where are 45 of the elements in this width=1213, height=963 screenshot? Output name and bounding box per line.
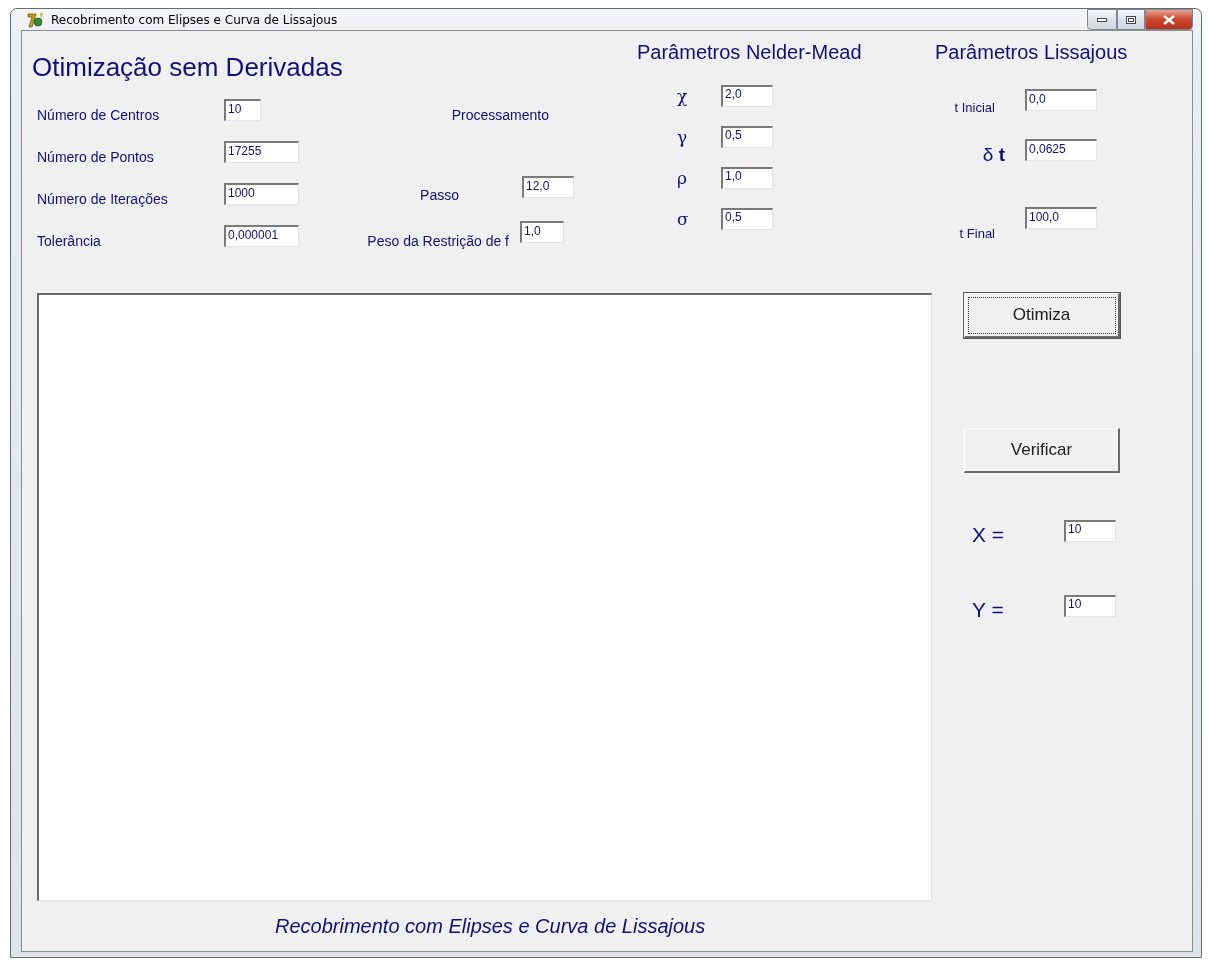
field-label: Peso da Restrição de f [367, 232, 510, 249]
close-button[interactable] [1145, 9, 1193, 30]
number-field[interactable]: 17255 [224, 141, 299, 163]
parameter-symbol: χ [676, 85, 689, 106]
action-button[interactable]: Otimiza [964, 293, 1120, 338]
window-title: Recobrimento com Elipses e Curva de Lissajous [51, 12, 338, 27]
number-field[interactable]: 1,0 [520, 221, 564, 243]
section-label: Processamento [451, 106, 550, 123]
parameter-symbol: γ [676, 126, 689, 147]
close-icon [1163, 14, 1175, 25]
parameter-label: t Inicial [953, 98, 996, 115]
number-field[interactable]: 10 [1064, 519, 1116, 542]
number-field[interactable]: 0,5 [721, 207, 773, 230]
coordinate-label: Y = [971, 596, 1005, 622]
parameter-label: t Final [958, 225, 996, 241]
number-field[interactable]: 1000 [224, 183, 299, 205]
section-heading: Parâmetros Lissajous [935, 40, 1128, 65]
number-field[interactable]: 10 [224, 99, 261, 121]
app-heading: Otimização sem Derivadas [32, 52, 344, 84]
minimize-icon [1097, 17, 1107, 22]
number-field[interactable]: 0,0 [1025, 89, 1097, 111]
app-icon [27, 10, 45, 29]
parameter-label: δ t [981, 143, 1006, 166]
maximize-button[interactable] [1117, 9, 1145, 30]
number-field[interactable]: 1,0 [721, 166, 773, 189]
number-field[interactable]: 2,0 [721, 84, 773, 107]
field-label: Tolerância [37, 232, 101, 249]
field-label: Passo [420, 186, 460, 203]
number-field[interactable]: 0,000001 [224, 225, 299, 247]
parameter-symbol: ρ [676, 167, 688, 188]
field-label: Número de Iterações [37, 190, 168, 207]
number-field[interactable]: 100,0 [1025, 207, 1097, 229]
section-heading: Parâmetros Nelder-Mead [637, 40, 863, 65]
number-field[interactable]: 12,0 [522, 176, 574, 198]
restore-icon [1126, 15, 1136, 24]
coordinate-label: X = [971, 521, 1006, 547]
minimize-button[interactable] [1087, 9, 1117, 30]
field-label: Número de Pontos [37, 148, 154, 165]
footer-caption: Recobrimento com Elipses e Curva de Lissajous [275, 914, 706, 938]
action-button[interactable]: Verificar [964, 428, 1120, 473]
number-field[interactable]: 10 [1064, 594, 1116, 617]
field-label: Número de Centros [37, 106, 160, 123]
number-field[interactable]: 0,5 [721, 125, 773, 148]
parameter-symbol: σ [676, 208, 690, 229]
number-field[interactable]: 0,0625 [1025, 139, 1097, 161]
